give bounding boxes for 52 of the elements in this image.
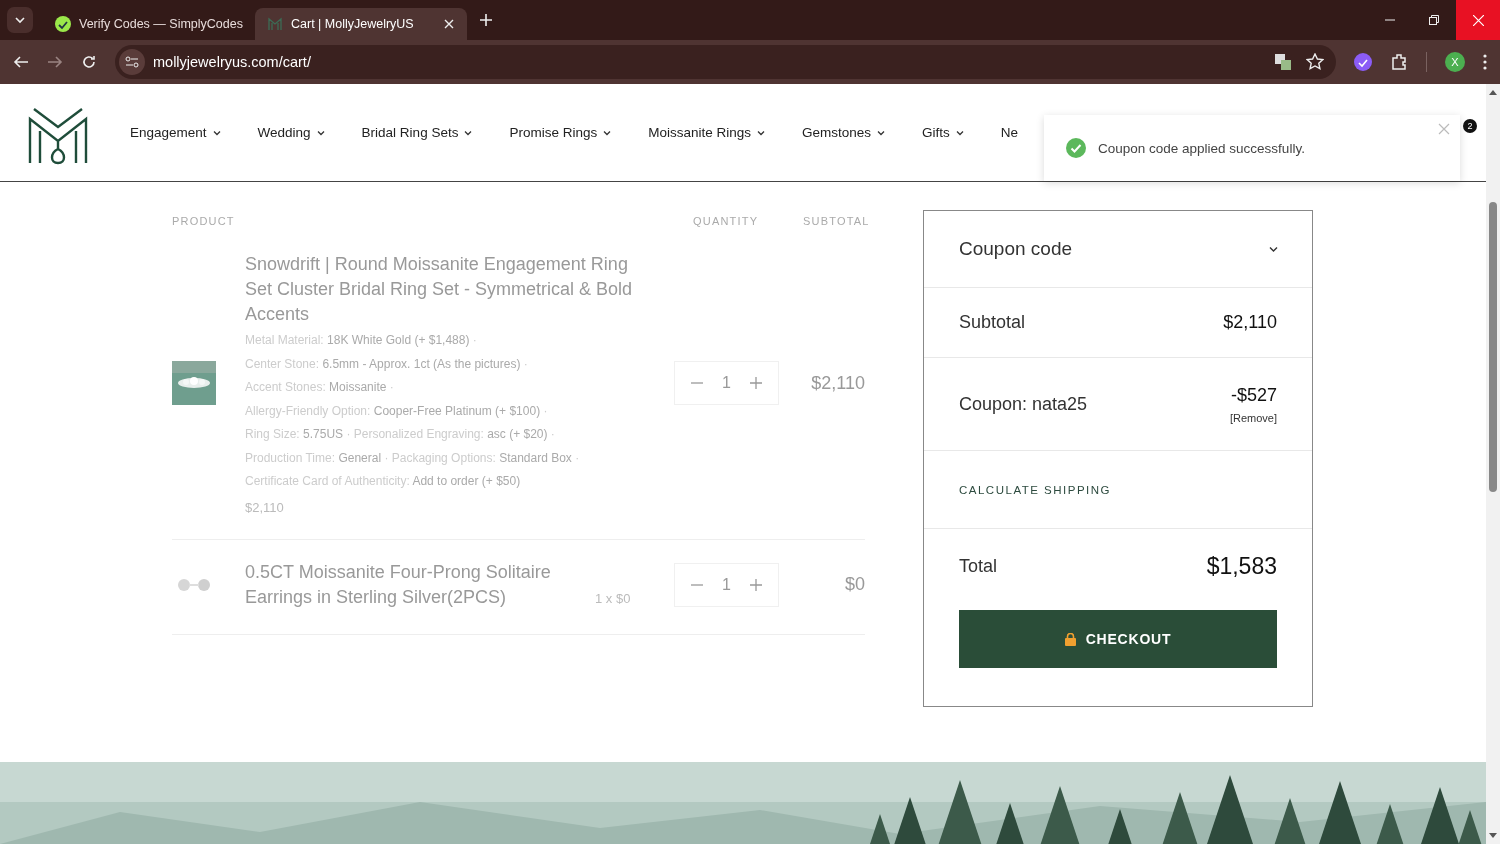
lock-icon [1064,632,1076,646]
product-price: $2,110 [245,499,285,515]
close-icon [1472,14,1484,26]
nav-link[interactable]: Bridal Ring Sets [361,125,473,140]
scroll-thumb[interactable] [1489,202,1497,492]
scroll-down-icon[interactable] [1488,832,1498,840]
line-subtotal: $2,110 [810,372,865,394]
nav-link[interactable]: Gifts [922,125,964,140]
extension-icon[interactable] [1354,53,1372,71]
scrollbar[interactable] [1486,84,1500,844]
logo-icon [267,16,283,32]
calculate-shipping-link[interactable]: CALCULATE SHIPPING [959,483,1112,496]
restore-icon[interactable] [1429,15,1439,25]
total-value: $1,583 [1206,552,1277,580]
puzzle-icon[interactable] [1390,53,1408,71]
site-settings-icon[interactable] [119,49,145,75]
menu-icon[interactable] [1483,53,1487,71]
column-header: PRODUCT [172,215,236,227]
browser-tab[interactable]: Verify Codes — SimplyCodes [43,8,255,40]
check-icon [1066,138,1086,158]
line-subtotal: $0 [843,574,865,595]
subtotal-label: Subtotal [959,312,1026,333]
address-bar[interactable]: mollyjewelryus.com/cart/ [115,45,1336,79]
toast-message: Coupon code applied successfully. [1098,140,1305,156]
nav-link[interactable]: Engagement [130,125,221,140]
tab-search-icon[interactable] [7,7,33,33]
nav-link[interactable]: Ne [1000,125,1019,140]
star-icon[interactable] [1306,53,1324,71]
nav-link[interactable]: Promise Rings [509,125,612,140]
quantity-value: 1 [722,575,731,594]
back-icon[interactable] [13,54,29,70]
total-label: Total [959,555,998,577]
forward-icon[interactable] [47,54,63,70]
nav-link[interactable]: Gemstones [802,125,885,140]
nav-link[interactable]: Wedding [257,125,325,140]
remove-link[interactable]: [Remove] [1229,411,1277,424]
column-header: QUANTITY [693,215,760,227]
checkout-button[interactable]: CHECKOUT [959,610,1277,668]
quantity-value: 1 [722,374,731,393]
new-tab-icon[interactable] [479,13,493,27]
coupon-label: Coupon: nata25 [959,393,1088,415]
cart-count-badge: 2 [1463,119,1477,133]
check-badge-icon [55,16,71,32]
coupon-toggle[interactable]: Coupon code [924,211,1312,288]
chevron-icon [1269,245,1278,253]
scroll-up-icon[interactable] [1488,88,1498,96]
reload-icon[interactable] [81,54,97,70]
discount-value: -$527 [1230,384,1277,406]
subtotal-value: $2,110 [1223,312,1277,333]
nav-link[interactable]: Moissanite Rings [648,125,765,140]
browser-tab[interactable]: Cart | MollyJewelryUS [255,8,467,40]
unit-price: 1 x $0 [595,589,631,608]
